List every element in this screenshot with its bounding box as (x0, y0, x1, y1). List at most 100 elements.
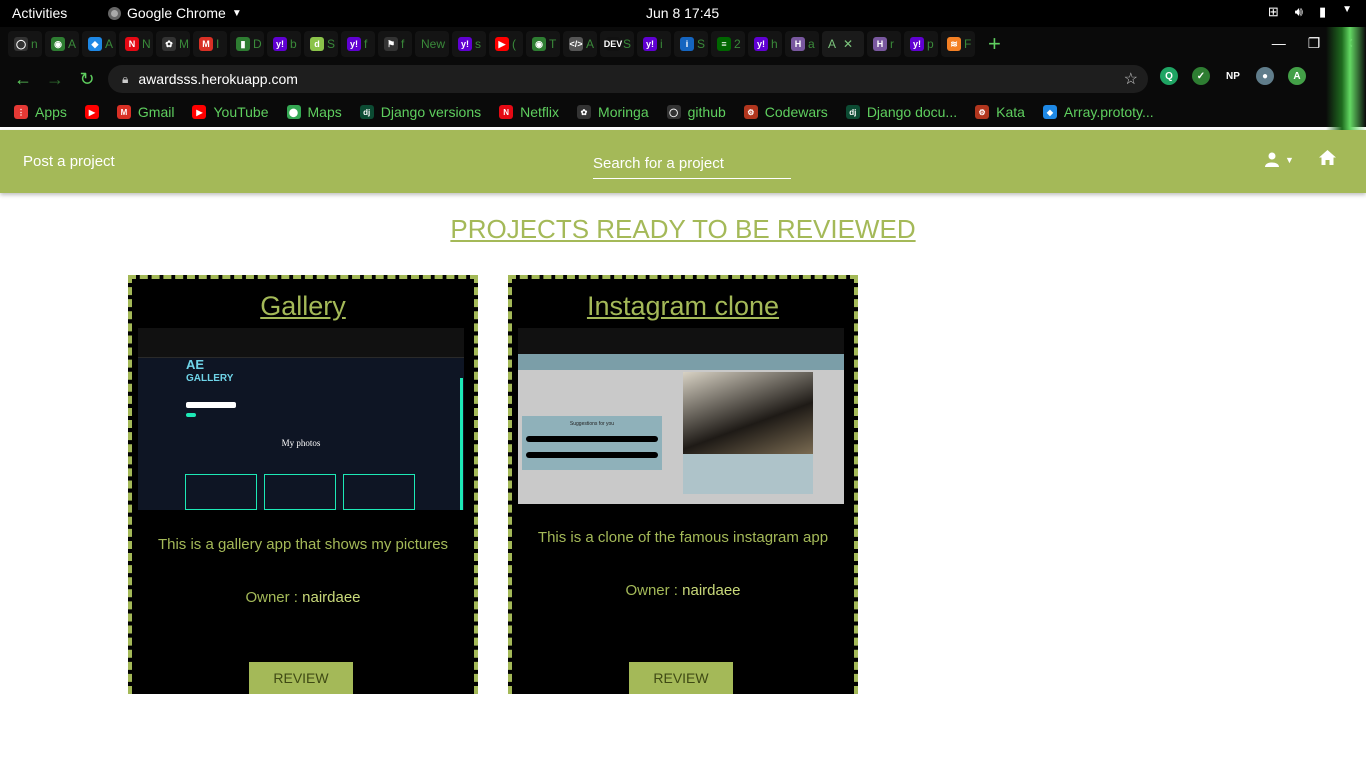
bookmark-item[interactable]: ⬤ Maps (286, 104, 342, 120)
bookmarks-bar: ⋮ Apps ▶ M Gmail ▶ YouTube ⬤ Maps dj Django versio… (0, 97, 1366, 127)
browser-tab[interactable]: NN (119, 31, 153, 57)
browser-tab[interactable]: y! b (267, 31, 301, 57)
browser-tab[interactable]: </> A (563, 31, 597, 57)
activities-button[interactable]: Activities (12, 5, 67, 21)
review-button[interactable]: REVIEW (249, 662, 353, 694)
address-bar[interactable]: 🔒︎ awardsss.herokuapp.com ☆ (108, 65, 1148, 93)
project-title-link[interactable]: Gallery (132, 291, 474, 322)
bookmark-item[interactable]: dj Django versions (359, 104, 481, 120)
browser-tab[interactable]: y! p (904, 31, 938, 57)
bookmark-icon: ⬤ (286, 105, 301, 119)
bookmark-label: Moringa (598, 104, 649, 120)
search-input[interactable] (593, 149, 791, 179)
chevron-down-icon: ▼ (1285, 154, 1294, 165)
extension-icon[interactable]: Q (1160, 67, 1178, 85)
tab-label: b (290, 37, 297, 51)
browser-tab[interactable]: ⚑ f (378, 31, 412, 57)
browser-tab[interactable]: ≡ 2 (711, 31, 745, 57)
tab-favicon-icon: y! (273, 37, 287, 51)
tab-close-icon[interactable]: ✕ (843, 37, 853, 51)
tab-favicon-icon: ≡ (717, 37, 731, 51)
bookmark-item[interactable]: ⚙ Kata (975, 104, 1025, 120)
tab-label: 2 (734, 37, 741, 51)
extension-icon[interactable]: A (1288, 67, 1306, 85)
tab-favicon-icon: ⚑ (384, 37, 398, 51)
tab-label: S (697, 37, 706, 51)
bookmark-label: Netflix (520, 104, 560, 120)
tab-favicon-icon: ✿ (162, 37, 176, 51)
tab-favicon-icon: ◉ (532, 37, 546, 51)
bookmark-item[interactable]: M Gmail (116, 104, 174, 120)
chrome-icon (108, 6, 121, 20)
project-title-link[interactable]: Instagram clone (512, 291, 854, 322)
project-screenshot: Suggestions for you (518, 328, 844, 504)
tab-label: New (421, 37, 446, 51)
home-icon (1319, 150, 1336, 165)
tab-label: f (364, 37, 368, 51)
forward-icon[interactable]: → (46, 69, 64, 90)
new-tab-button[interactable]: + (988, 31, 1001, 57)
browser-tab[interactable]: MI (193, 31, 227, 57)
clock[interactable]: Jun 8 17:45 (646, 5, 719, 21)
extension-icon[interactable]: ● (1256, 67, 1274, 85)
minimize-icon[interactable]: — (1272, 35, 1286, 52)
tab-label: D (253, 37, 262, 51)
bookmark-icon: ▶ (84, 105, 99, 119)
bookmark-item[interactable]: dj Django docu... (845, 104, 957, 120)
browser-tab[interactable]: New (415, 31, 449, 57)
bookmark-item[interactable]: ⚙ Codewars (743, 104, 828, 120)
browser-tab[interactable]: Ha (785, 31, 819, 57)
tab-label: f (401, 37, 405, 51)
browser-tab[interactable]: ✿ M (156, 31, 190, 57)
bookmark-icon: ⚙ (975, 105, 990, 119)
browser-tab[interactable]: iS (674, 31, 708, 57)
home-link[interactable] (1319, 150, 1336, 170)
extension-icon[interactable]: NP (1224, 67, 1242, 85)
browser-tab[interactable]: y! i (637, 31, 671, 57)
system-tray[interactable]: ⊞ 🔊︎ ▮ ▼ (1268, 4, 1352, 20)
tab-label: n (31, 37, 38, 51)
browser-tab[interactable]: A ✕ (822, 31, 864, 57)
bookmark-item[interactable]: ✿ Moringa (577, 104, 649, 120)
browser-tab[interactable]: ◉ A (45, 31, 79, 57)
bookmark-item[interactable]: ▶ YouTube (192, 104, 269, 120)
post-project-link[interactable]: Post a project (23, 153, 115, 170)
browser-tab[interactable]: y! f (341, 31, 375, 57)
bookmark-icon: N (499, 105, 514, 119)
app-menu[interactable]: Google Chrome ▼ (108, 5, 242, 21)
bookmark-item[interactable]: N Netflix (499, 104, 559, 120)
browser-tab[interactable]: y! s (452, 31, 486, 57)
tab-label: M (179, 37, 189, 51)
project-screenshot: AE GALLERY My photos (138, 328, 464, 510)
browser-tab[interactable]: Hr (867, 31, 901, 57)
browser-tab[interactable]: ◯ n (8, 31, 42, 57)
bookmark-icon: M (116, 105, 131, 119)
bookmark-item[interactable]: ⋮ Apps (14, 104, 67, 120)
tab-favicon-icon: ◆ (88, 37, 102, 51)
tab-favicon-icon: y! (754, 37, 768, 51)
bookmark-label: Maps (307, 104, 342, 120)
network-icon: ⊞ (1267, 4, 1279, 19)
extension-icon[interactable]: ✓ (1192, 67, 1210, 85)
tab-favicon-icon: H (791, 37, 805, 51)
browser-tab[interactable]: y! h (748, 31, 782, 57)
browser-tab[interactable]: ◆ A (82, 31, 116, 57)
browser-tab[interactable]: ▮ D (230, 31, 264, 57)
browser-tab[interactable]: ≋ F (941, 31, 975, 57)
browser-tab[interactable]: DEV S (600, 31, 634, 57)
bookmark-item[interactable]: ◆ Array.prototy... (1042, 104, 1154, 120)
preview-logo-top: AE (186, 357, 205, 372)
tab-label: ( (512, 37, 516, 51)
user-dropdown[interactable]: ▼ (1265, 152, 1294, 167)
bookmark-star-icon[interactable]: ☆ (1124, 69, 1138, 89)
bookmark-item[interactable]: ▶ (84, 105, 99, 119)
back-icon[interactable]: ← (14, 69, 32, 90)
bookmark-item[interactable]: ◯ github (666, 104, 726, 120)
browser-tab[interactable]: ◉ T (526, 31, 560, 57)
browser-tab[interactable]: dS (304, 31, 338, 57)
review-button[interactable]: REVIEW (629, 662, 733, 694)
reload-icon[interactable]: ↻ (78, 69, 96, 90)
browser-toolbar: ← → ↻ 🔒︎ awardsss.herokuapp.com ☆ Q ✓ NP ● A (0, 61, 1366, 97)
browser-tab[interactable]: ▶( (489, 31, 523, 57)
maximize-icon[interactable]: ❐ (1308, 35, 1321, 52)
